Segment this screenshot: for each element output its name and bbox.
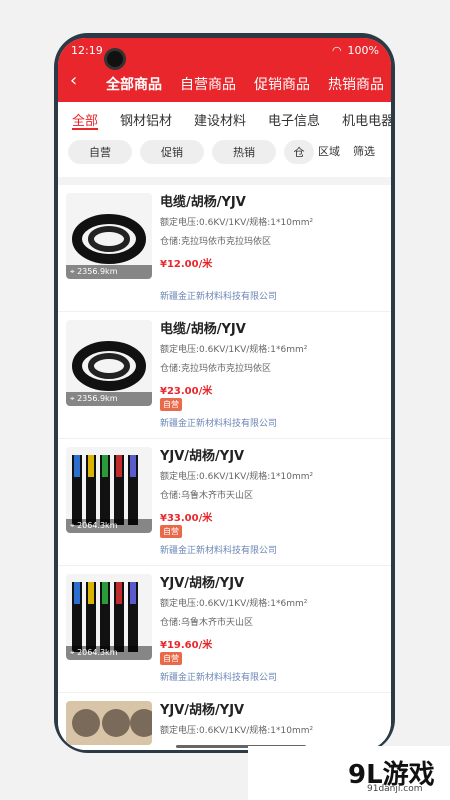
product-spec: 额定电压:0.6KV/1KV/规格:1*6mm² xyxy=(160,599,308,609)
product-title: YJV/胡杨/YJV xyxy=(160,576,245,591)
product-company[interactable]: 新疆金正新材料科技有限公司 xyxy=(160,670,277,683)
tab-hot-sales[interactable]: 热销商品 xyxy=(328,74,384,94)
product-card[interactable]: ⌖ 2064.3km YJV/胡杨/YJV 额定电压:0.6KV/1KV/规格:… xyxy=(58,439,391,566)
product-spec: 额定电压:0.6KV/1KV/规格:1*10mm² xyxy=(160,218,314,228)
watermark: 9L游戏 91danji.com xyxy=(248,746,450,800)
filter-self-operated[interactable]: 自营 xyxy=(68,140,132,164)
product-price: ¥19.60/米 xyxy=(160,640,213,651)
product-warehouse: 仓储:乌鲁木齐市天山区 xyxy=(160,618,254,628)
wifi-icon: ◠ xyxy=(331,44,342,57)
app-screen: 12:19 ◠ 100% ‹ 全部商品 自营商品 促销商品 热销商品 全部 钢材… xyxy=(58,38,391,750)
filter-screen[interactable]: 筛选 xyxy=(353,143,375,159)
product-card[interactable]: ⌖ 2356.9km 电缆/胡杨/YJV 额定电压:0.6KV/1KV/规格:1… xyxy=(58,312,391,439)
distance-label: ⌖ 2356.9km xyxy=(66,392,152,406)
product-thumbnail: ⌖ 2064.3km xyxy=(66,574,152,660)
product-company[interactable]: 新疆金正新材料科技有限公司 xyxy=(160,289,277,302)
category-electrical[interactable]: 机电电器 xyxy=(342,102,391,132)
product-title: YJV/胡杨/YJV xyxy=(160,703,245,718)
product-thumbnail: ⌖ 2356.9km xyxy=(66,320,152,406)
category-electronics[interactable]: 电子信息 xyxy=(268,102,320,132)
product-card[interactable]: ⌖ 2356.9km 电缆/胡杨/YJV 额定电压:0.6KV/1KV/规格:1… xyxy=(58,185,391,312)
product-price: ¥23.00/米 xyxy=(160,386,213,397)
product-thumbnail: ⌖ 2356.9km xyxy=(66,193,152,279)
product-warehouse: 仓储:克拉玛依市克拉玛依区 xyxy=(160,237,272,247)
tab-all-products[interactable]: 全部商品 xyxy=(106,74,162,94)
product-company[interactable]: 新疆金正新材料科技有限公司 xyxy=(160,416,277,429)
product-list: ⌖ 2356.9km 电缆/胡杨/YJV 额定电压:0.6KV/1KV/规格:1… xyxy=(58,185,391,750)
filter-promotion[interactable]: 促销 xyxy=(140,140,204,164)
product-thumbnail xyxy=(66,701,152,745)
product-spec: 额定电压:0.6KV/1KV/规格:1*10mm² xyxy=(160,726,314,736)
category-steel-aluminum[interactable]: 钢材铝材 xyxy=(120,102,172,132)
product-company[interactable]: 新疆金正新材料科技有限公司 xyxy=(160,543,277,556)
product-warehouse: 仓储:乌鲁木齐市天山区 xyxy=(160,491,254,501)
category-all[interactable]: 全部 xyxy=(72,102,99,130)
status-right: ◠ 100% xyxy=(332,44,379,57)
product-card[interactable]: YJV/胡杨/YJV 额定电压:0.6KV/1KV/规格:1*10mm² xyxy=(58,693,391,750)
tab-promotions[interactable]: 促销商品 xyxy=(254,74,310,94)
product-title: 电缆/胡杨/YJV xyxy=(160,195,246,210)
distance-label: ⌖ 2064.3km xyxy=(66,646,152,660)
product-title: YJV/胡杨/YJV xyxy=(160,449,245,464)
section-divider xyxy=(58,177,391,185)
back-arrow-icon[interactable]: ‹ xyxy=(70,70,86,91)
filter-region[interactable]: 区域 xyxy=(318,143,340,159)
self-operated-badge: 自营 xyxy=(160,398,182,411)
distance-label: ⌖ 2064.3km xyxy=(66,519,152,533)
product-warehouse: 仓储:克拉玛依市克拉玛依区 xyxy=(160,364,272,374)
status-bar: 12:19 ◠ 100% xyxy=(58,38,391,67)
distance-label: ⌖ 2356.9km xyxy=(66,265,152,279)
filter-warehouse[interactable]: 仓 xyxy=(284,140,314,164)
tab-self-operated[interactable]: 自营商品 xyxy=(180,74,236,94)
top-tabs: ‹ 全部商品 自营商品 促销商品 热销商品 xyxy=(58,68,391,96)
tab-row: 全部商品 自营商品 促销商品 热销商品 xyxy=(106,74,384,94)
category-tabs: 全部 钢材铝材 建设材料 电子信息 机电电器 xyxy=(58,102,391,132)
product-price: ¥33.00/米 xyxy=(160,513,213,524)
watermark-url: 91danji.com xyxy=(367,784,423,794)
product-title: 电缆/胡杨/YJV xyxy=(160,322,246,337)
product-spec: 额定电压:0.6KV/1KV/规格:1*6mm² xyxy=(160,345,308,355)
battery-level: 100% xyxy=(347,44,379,57)
category-construction[interactable]: 建设材料 xyxy=(194,102,246,132)
self-operated-badge: 自营 xyxy=(160,652,182,665)
status-time: 12:19 xyxy=(71,44,103,57)
camera-cutout xyxy=(107,51,123,67)
filter-bar: 自营 促销 热销 仓 区域 筛选 xyxy=(58,136,391,178)
product-card[interactable]: ⌖ 2064.3km YJV/胡杨/YJV 额定电压:0.6KV/1KV/规格:… xyxy=(58,566,391,693)
header-bar: 12:19 ◠ 100% ‹ 全部商品 自营商品 促销商品 热销商品 xyxy=(58,38,391,102)
product-price: ¥12.00/米 xyxy=(160,259,213,270)
filter-hot[interactable]: 热销 xyxy=(212,140,276,164)
self-operated-badge: 自营 xyxy=(160,525,182,538)
product-thumbnail: ⌖ 2064.3km xyxy=(66,447,152,533)
product-spec: 额定电压:0.6KV/1KV/规格:1*10mm² xyxy=(160,472,314,482)
cable-cross-image xyxy=(66,701,152,745)
